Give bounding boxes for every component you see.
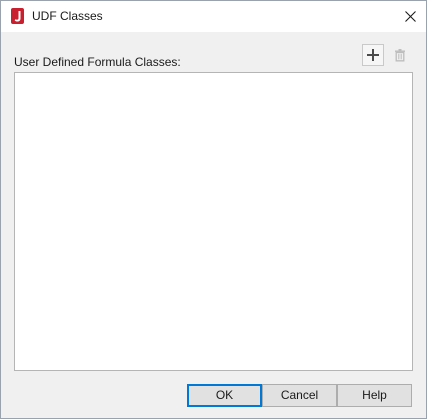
jreport-icon-glyph <box>14 11 21 22</box>
jreport-icon <box>11 8 24 24</box>
delete-class-button[interactable] <box>389 44 411 66</box>
window-title: UDF Classes <box>32 9 103 23</box>
trash-icon <box>395 49 405 62</box>
plus-icon <box>367 49 379 61</box>
ok-button[interactable]: OK <box>187 384 262 407</box>
close-icon <box>405 11 416 22</box>
add-class-button[interactable] <box>362 44 384 66</box>
udf-classes-dialog: UDF Classes User Defined Formula Classes… <box>0 0 427 419</box>
classes-label: User Defined Formula Classes: <box>14 55 181 69</box>
help-button[interactable]: Help <box>337 384 412 407</box>
udf-classes-list[interactable] <box>14 72 413 371</box>
cancel-button[interactable]: Cancel <box>262 384 337 407</box>
title-bar: UDF Classes <box>1 1 426 32</box>
close-button[interactable] <box>396 2 426 31</box>
